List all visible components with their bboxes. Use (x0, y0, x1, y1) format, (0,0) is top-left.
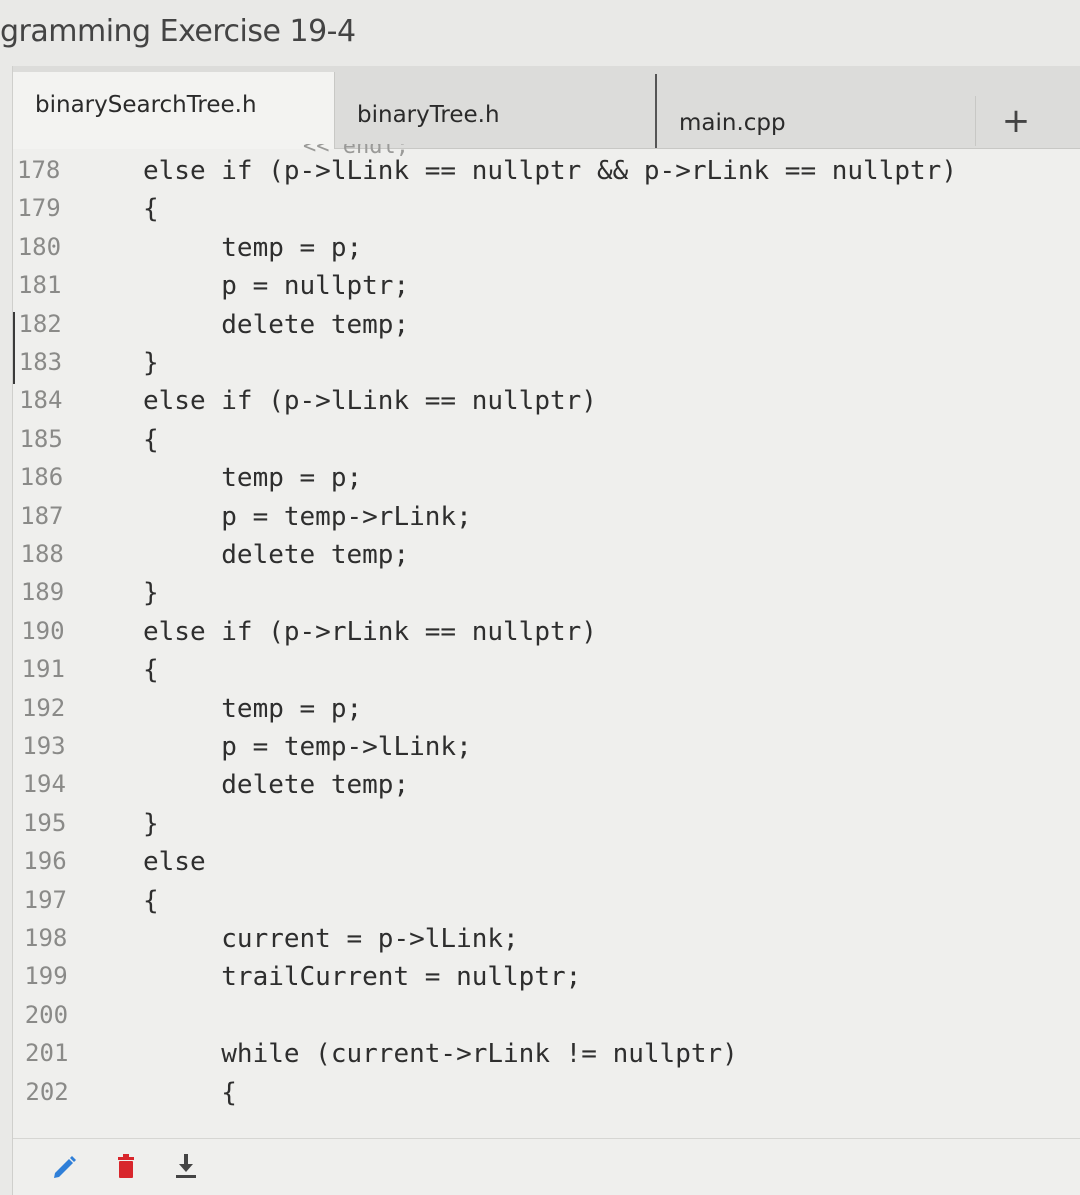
code-text: current = p->lLink; (143, 924, 519, 954)
code-line[interactable]: 197 { (13, 886, 1080, 924)
line-number: 201 (25, 1039, 69, 1068)
line-number: 199 (24, 962, 68, 991)
code-text: trailCurrent = nullptr; (143, 962, 582, 993)
code-line[interactable]: 200 (13, 1001, 1080, 1039)
code-line[interactable]: 201 while (current->rLink != nullptr) (13, 1039, 1080, 1077)
line-number: 187 (20, 501, 64, 530)
line-number: 191 (21, 655, 65, 684)
tab-binary-search-tree-h[interactable]: binarySearchTree.h (13, 72, 335, 149)
line-number: 181 (18, 271, 62, 300)
code-line[interactable]: 189} (13, 578, 1080, 616)
code-text: p = nullptr; (143, 271, 410, 302)
code-line[interactable]: 199 trailCurrent = nullptr; (13, 962, 1080, 1000)
line-number: 188 (20, 540, 64, 568)
line-number: 196 (23, 847, 67, 876)
line-number: 184 (19, 386, 63, 415)
code-line[interactable]: 192 temp = p; (13, 694, 1080, 732)
code-line[interactable]: 185 { (13, 425, 1080, 463)
code-text: delete temp; (143, 309, 410, 340)
download-icon[interactable] (171, 1151, 201, 1181)
code-line[interactable]: 179 { (13, 194, 1080, 232)
code-editor: binarySearchTree.h binaryTree.h main.cpp… (12, 66, 1080, 1195)
line-number: 183 (18, 348, 63, 376)
line-number: 189 (20, 578, 65, 607)
code-text: else if (p->rLink == nullptr) (143, 616, 597, 647)
code-line[interactable]: 191 { (13, 655, 1080, 693)
code-line[interactable]: 178 else if (p->lLink == nullptr && p->rL… (13, 156, 1080, 194)
code-line[interactable]: 190 else if (p->rLink == nullptr) (13, 617, 1080, 655)
line-number: 179 (17, 194, 61, 223)
code-text: { (143, 424, 159, 455)
code-line[interactable]: 184 else if (p->lLink == nullptr) (13, 386, 1080, 424)
code-text: delete temp; (143, 770, 410, 801)
code-line[interactable]: 196 else (13, 847, 1080, 885)
line-number: 178 (17, 156, 61, 184)
line-number: 194 (22, 770, 66, 799)
line-number: 193 (22, 732, 66, 760)
code-text: } (143, 348, 159, 378)
code-text: temp = p; (143, 463, 363, 494)
line-number: 186 (19, 463, 64, 492)
code-line[interactable]: 193 p = temp->lLink; (13, 732, 1080, 770)
code-text: while (current->rLink != nullptr) (143, 1039, 738, 1070)
code-line[interactable]: 195} (13, 809, 1080, 847)
pencil-icon[interactable] (49, 1151, 79, 1181)
code-line[interactable]: 198 current = p->lLink; (13, 924, 1080, 962)
code-area[interactable]: 178 else if (p->lLink == nullptr && p->rL… (13, 156, 1080, 1136)
code-text: { (143, 194, 159, 225)
code-text: { (143, 885, 159, 916)
code-text: else if (p->lLink == nullptr && p->rLink… (143, 156, 957, 186)
line-number: 200 (24, 1000, 69, 1029)
code-text: delete temp; (143, 540, 410, 570)
line-number: 180 (17, 232, 62, 261)
line-number: 198 (24, 924, 68, 952)
code-text: { (143, 1077, 237, 1108)
page-title: gramming Exercise 19-4 (0, 14, 356, 49)
code-text: temp = p; (143, 232, 363, 263)
code-line[interactable]: 181 p = nullptr; (13, 271, 1080, 309)
line-number: 202 (25, 1077, 69, 1106)
code-line[interactable]: 202 { (13, 1078, 1080, 1116)
tab-main-cpp[interactable]: main.cpp (655, 74, 975, 148)
code-line[interactable]: 186 temp = p; (13, 463, 1080, 501)
gutter-marker (13, 311, 15, 385)
tab-binary-tree-h[interactable]: binaryTree.h (335, 74, 655, 148)
code-text: p = temp->lLink; (143, 732, 472, 762)
code-text: p = temp->rLink; (143, 501, 472, 532)
line-number: 190 (21, 616, 65, 645)
line-number: 185 (19, 424, 63, 453)
line-number: 182 (18, 309, 62, 338)
code-text: else if (p->lLink == nullptr) (143, 386, 597, 417)
code-line[interactable]: 180 temp = p; (13, 233, 1080, 271)
line-number: 195 (22, 808, 67, 837)
code-text: } (143, 808, 159, 839)
code-line[interactable]: 188 delete temp; (13, 540, 1080, 578)
editor-toolbar (13, 1138, 1080, 1195)
code-text: else (143, 847, 206, 878)
code-line[interactable]: 182 delete temp; (13, 310, 1080, 348)
code-line[interactable]: 187 p = temp->rLink; (13, 502, 1080, 540)
code-line[interactable]: 194 delete temp; (13, 770, 1080, 808)
code-line[interactable]: 183} (13, 348, 1080, 386)
trash-icon[interactable] (111, 1151, 141, 1181)
code-text: temp = p; (143, 693, 363, 724)
code-text: } (143, 578, 159, 609)
line-number: 192 (21, 693, 66, 722)
add-tab-button[interactable]: + (975, 96, 1056, 146)
code-text: { (143, 655, 159, 686)
line-number: 197 (23, 885, 67, 914)
tab-bar: binarySearchTree.h binaryTree.h main.cpp… (13, 66, 1080, 149)
